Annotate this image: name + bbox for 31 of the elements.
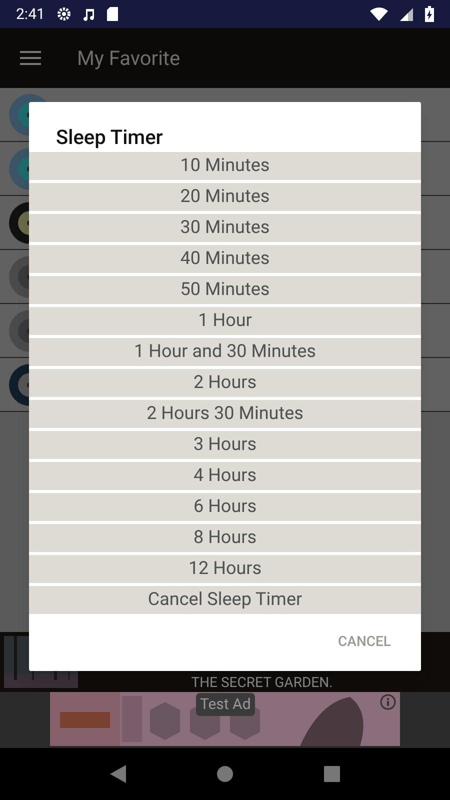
timer-option[interactable]: 1 Hour (29, 307, 421, 335)
wifi-icon (370, 7, 388, 21)
overview-icon[interactable] (324, 766, 340, 782)
home-icon[interactable] (216, 766, 233, 782)
timer-option[interactable]: 6 Hours (29, 493, 421, 521)
timer-option[interactable]: Cancel Sleep Timer (29, 586, 421, 614)
ad-label: Test Ad (196, 693, 255, 716)
info-icon (380, 694, 396, 710)
sd-card-icon (106, 7, 118, 21)
back-icon[interactable] (110, 765, 126, 783)
music-note-icon (82, 7, 95, 21)
dialog-title: Sleep Timer (56, 124, 163, 150)
status-time: 2:41 (16, 4, 45, 25)
timer-option[interactable]: 50 Minutes (29, 276, 421, 304)
timer-option[interactable]: 40 Minutes (29, 245, 421, 273)
signal-icon (400, 8, 413, 20)
timer-option[interactable]: 4 Hours (29, 462, 421, 490)
timer-option[interactable]: 3 Hours (29, 431, 421, 459)
timer-option[interactable]: 2 Hours (29, 369, 421, 397)
menu-button[interactable] (20, 51, 41, 65)
timer-option[interactable]: 20 Minutes (29, 183, 421, 211)
timer-option[interactable]: 30 Minutes (29, 214, 421, 242)
timer-option[interactable]: 1 Hour and 30 Minutes (29, 338, 421, 366)
song-title: THE SECRET GARDEN. (190, 675, 334, 691)
timer-option[interactable]: 8 Hours (29, 524, 421, 552)
timer-option[interactable]: 12 Hours (29, 555, 421, 583)
app-title: My Favorite (77, 45, 180, 72)
battery-icon (425, 6, 434, 22)
timer-option[interactable]: 10 Minutes (29, 152, 421, 180)
gear-icon (56, 7, 71, 21)
timer-option[interactable]: 2 Hours 30 Minutes (29, 400, 421, 428)
